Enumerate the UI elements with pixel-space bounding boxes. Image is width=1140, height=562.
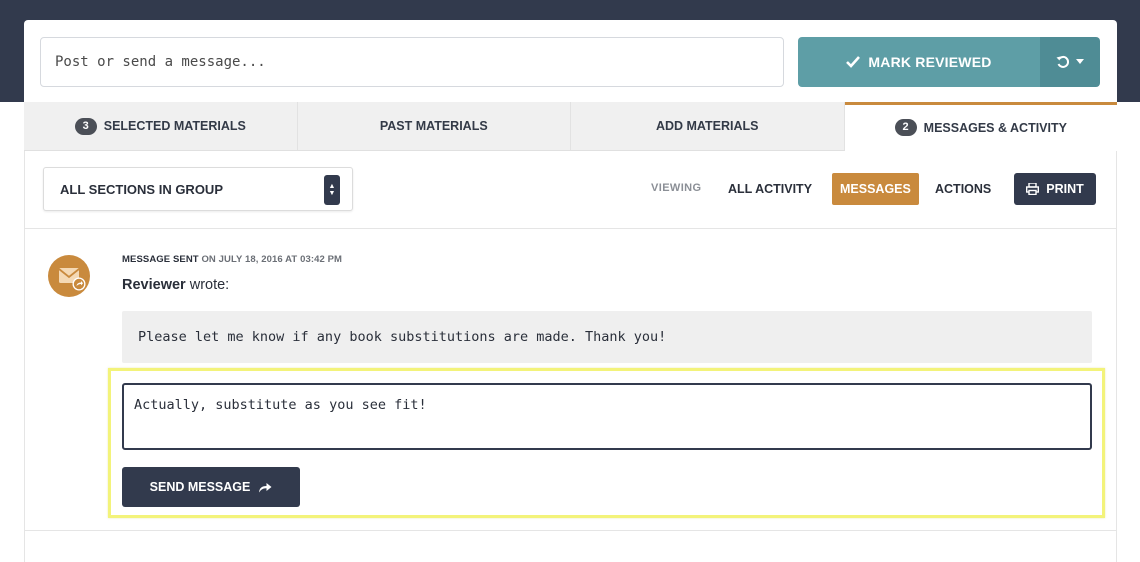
count-badge: 2 — [894, 119, 917, 136]
mark-reviewed-button[interactable]: MARK REVIEWED — [798, 37, 1040, 87]
mark-reviewed-dropdown[interactable] — [1040, 37, 1100, 87]
message-sent-icon — [48, 255, 90, 297]
send-message-button[interactable]: SEND MESSAGE — [122, 467, 300, 507]
viewing-label: VIEWING — [651, 182, 702, 194]
divider — [24, 530, 1117, 531]
message-author-line: Reviewer wrote: — [122, 277, 229, 293]
tab-messages-activity[interactable]: 2 MESSAGES & ACTIVITY — [844, 102, 1117, 151]
tab-label: SELECTED MATERIALS — [103, 119, 246, 133]
section-select-value: ALL SECTIONS IN GROUP — [60, 181, 223, 197]
wrote-text: wrote: — [189, 277, 230, 293]
message-meta: MESSAGE SENT ON JULY 18, 2016 AT 03:42 P… — [122, 254, 342, 265]
filter-all-activity[interactable]: ALL ACTIVITY — [720, 173, 820, 205]
section-select[interactable]: ALL SECTIONS IN GROUP ▲ ▼ — [43, 167, 353, 211]
undo-icon — [1056, 55, 1070, 68]
sort-arrows-icon: ▲ ▼ — [324, 175, 340, 205]
message-body: Please let me know if any book substitut… — [122, 311, 1092, 363]
filter-messages[interactable]: MESSAGES — [832, 173, 919, 205]
print-label: PRINT — [1046, 182, 1084, 196]
printer-icon — [1026, 183, 1040, 195]
caret-down-icon — [1076, 59, 1084, 64]
message-date: ON JULY 18, 2016 AT 03:42 PM — [201, 254, 343, 265]
share-arrow-icon — [259, 482, 272, 492]
mark-reviewed-label: MARK REVIEWED — [868, 54, 992, 70]
tab-label: MESSAGES & ACTIVITY — [923, 120, 1067, 135]
post-message-input[interactable] — [40, 37, 784, 87]
activity-controls: ALL SECTIONS IN GROUP ▲ ▼ VIEWING ALL ACT… — [24, 151, 1117, 229]
message-author: Reviewer — [122, 277, 186, 293]
reply-textarea[interactable]: Actually, substitute as you see fit! — [122, 383, 1092, 450]
print-button[interactable]: PRINT — [1014, 173, 1096, 205]
tab-past-materials[interactable]: PAST MATERIALS — [298, 102, 571, 150]
tab-bar: 3 SELECTED MATERIALS PAST MATERIALS ADD … — [24, 102, 1117, 151]
tab-add-materials[interactable]: ADD MATERIALS — [571, 102, 845, 150]
tab-label: ADD MATERIALS — [655, 119, 759, 133]
tab-label: PAST MATERIALS — [379, 119, 488, 133]
check-icon — [846, 56, 861, 68]
send-message-label: SEND MESSAGE — [149, 480, 251, 494]
message-event: MESSAGE SENT — [122, 254, 199, 265]
tab-selected-materials[interactable]: 3 SELECTED MATERIALS — [24, 102, 298, 150]
count-badge: 3 — [74, 117, 97, 135]
filter-actions[interactable]: ACTIONS — [927, 173, 999, 205]
